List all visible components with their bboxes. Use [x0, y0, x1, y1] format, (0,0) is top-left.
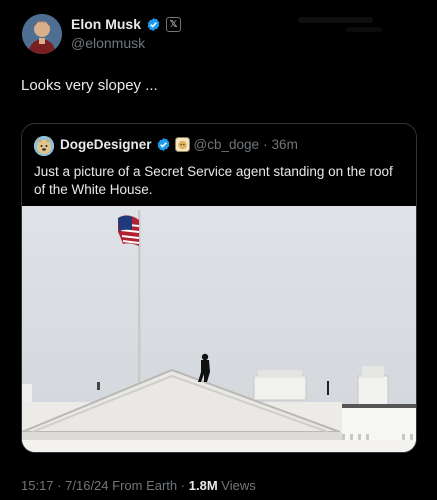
meta-sep-1: ·	[57, 478, 62, 493]
author-name[interactable]: Elon Musk	[71, 16, 141, 32]
doge-avatar-image	[34, 136, 54, 156]
x-logo-icon: 𝕏	[166, 16, 182, 32]
blurred-overlay-text	[298, 17, 382, 32]
views-label: Views	[221, 478, 256, 493]
quoted-author-name[interactable]: DogeDesigner	[60, 137, 152, 152]
verified-badge-icon	[157, 137, 169, 152]
tweet-post: Elon Musk 𝕏 @elonmusk Looks very slopey …	[0, 0, 437, 500]
tweet-time[interactable]: 15:17	[21, 478, 54, 493]
quoted-separator: ·	[263, 137, 268, 152]
white-house-roof-photo[interactable]	[22, 206, 417, 453]
verified-badge-icon	[147, 17, 160, 31]
author-name-row: Elon Musk 𝕏	[71, 16, 182, 32]
quoted-tweet-card[interactable]: DogeDesigner @cb_doge · 36m Just a pictu…	[21, 123, 417, 453]
author-handle[interactable]: @elonmusk	[71, 35, 145, 51]
author-avatar[interactable]	[22, 14, 62, 54]
quoted-author-handle[interactable]: @cb_doge	[194, 137, 260, 152]
views-count: 1.8M	[188, 478, 218, 493]
quoted-timestamp[interactable]: 36m	[272, 137, 298, 152]
tweet-date[interactable]: 7/16/24	[65, 478, 108, 493]
affiliate-badge-icon	[174, 137, 190, 152]
tweet-meta: 15:17 · 7/16/24 From Earth · 1.8M Views	[21, 478, 256, 493]
quoted-header: DogeDesigner @cb_doge · 36m	[60, 137, 298, 152]
quoted-author-avatar[interactable]	[34, 136, 54, 156]
roof-structure	[253, 375, 307, 401]
tweet-source: From Earth	[112, 478, 178, 493]
meta-sep-2: ·	[180, 478, 186, 493]
avatar-image	[22, 14, 62, 54]
tweet-text: Looks very slopey ...	[21, 77, 158, 94]
quoted-tweet-text: Just a picture of a Secret Service agent…	[34, 164, 393, 197]
